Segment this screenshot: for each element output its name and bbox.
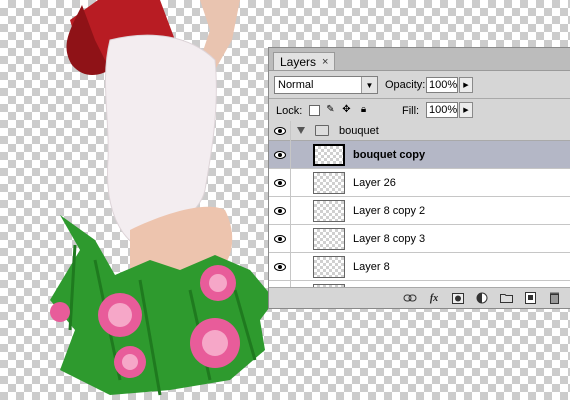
- eye-icon[interactable]: [269, 121, 291, 141]
- adjustment-layer-icon[interactable]: [474, 291, 490, 305]
- layer-group-row[interactable]: bouquet: [269, 121, 570, 141]
- delete-layer-icon[interactable]: [546, 291, 562, 305]
- layer-list[interactable]: bouquet bouquet copy Layer 26 Layer 8 co…: [269, 121, 570, 289]
- tab-layers-label: Layers: [280, 54, 317, 69]
- expand-triangle-icon[interactable]: [297, 127, 305, 134]
- layer-thumbnail: [313, 200, 345, 222]
- fill-field[interactable]: 100%: [426, 102, 458, 118]
- add-mask-icon[interactable]: [450, 291, 466, 305]
- opacity-slider-arrow-icon[interactable]: ▶: [459, 77, 473, 93]
- layer-row[interactable]: Layer 26: [269, 169, 570, 197]
- fx-icon[interactable]: fx: [426, 291, 442, 305]
- layer-row[interactable]: Layer 8 copy 2: [269, 197, 570, 225]
- blend-mode-value: Normal: [278, 79, 314, 91]
- fill-label: Fill:: [402, 105, 420, 117]
- eye-icon[interactable]: [269, 253, 291, 280]
- layer-row[interactable]: Layer 8: [269, 253, 570, 281]
- eye-icon[interactable]: [269, 169, 291, 196]
- new-layer-icon[interactable]: [522, 291, 538, 305]
- lock-transparent-pixels-icon[interactable]: [309, 105, 320, 116]
- layer-thumbnail: [313, 144, 345, 166]
- chevron-down-icon[interactable]: ▼: [361, 77, 377, 93]
- fill-slider-arrow-icon[interactable]: ▶: [459, 102, 473, 118]
- opacity-label: Opacity:: [385, 79, 426, 91]
- folder-icon: [315, 125, 329, 136]
- group-name: bouquet: [339, 125, 379, 137]
- close-icon[interactable]: ×: [322, 56, 328, 68]
- opacity-field[interactable]: 100%: [426, 77, 458, 93]
- layer-name: Layer 8 copy 3: [353, 233, 426, 245]
- layer-name: bouquet copy: [353, 149, 426, 161]
- lock-label: Lock:: [276, 105, 303, 117]
- layer-thumbnail: [313, 172, 345, 194]
- tab-layers[interactable]: Layers ×: [273, 52, 336, 70]
- eye-icon[interactable]: [269, 225, 291, 252]
- layer-row[interactable]: bouquet copy: [269, 141, 570, 169]
- layer-name: Layer 26: [353, 177, 396, 189]
- blend-mode-select[interactable]: Normal ▼: [274, 76, 378, 94]
- link-layers-icon[interactable]: [402, 291, 418, 305]
- layer-row[interactable]: Layer 8 copy 3: [269, 225, 570, 253]
- layer-thumbnail: [313, 228, 345, 250]
- panel-tab-strip: Layers ×: [269, 48, 570, 71]
- eye-icon[interactable]: [269, 141, 291, 168]
- new-group-icon[interactable]: [498, 291, 514, 305]
- divider: [269, 98, 570, 99]
- lock-position-icon[interactable]: ✥: [341, 104, 352, 115]
- layer-thumbnail: [313, 256, 345, 278]
- layer-name: Layer 8: [353, 261, 390, 273]
- layers-bottom-bar: fx: [269, 287, 570, 308]
- layers-panel: Layers × Normal ▼ Opacity: 100% ▶ Lock: …: [268, 47, 570, 309]
- lock-all-icon[interactable]: 🔒︎: [358, 104, 369, 115]
- layer-name: Layer 8 copy 2: [353, 205, 426, 217]
- eye-icon[interactable]: [269, 197, 291, 224]
- lock-image-pixels-icon[interactable]: ✎: [325, 104, 336, 115]
